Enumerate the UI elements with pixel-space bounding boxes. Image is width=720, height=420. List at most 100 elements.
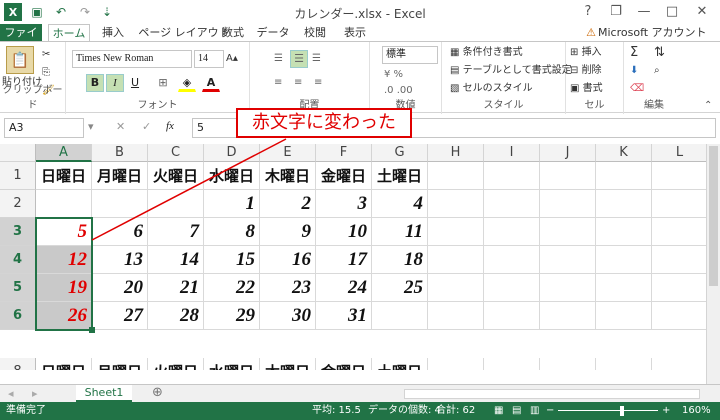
- cell-i5[interactable]: [484, 274, 540, 302]
- paste-icon[interactable]: 📋: [6, 46, 34, 74]
- cell-a8[interactable]: 日曜日: [36, 358, 92, 370]
- fill-icon[interactable]: ⬇: [630, 62, 638, 80]
- cell-a2[interactable]: [36, 190, 92, 218]
- row-header-3[interactable]: 3: [0, 218, 36, 246]
- column-header-c[interactable]: C: [148, 144, 204, 162]
- bold-button[interactable]: B: [86, 74, 104, 92]
- cell-k5[interactable]: [596, 274, 652, 302]
- cell-j4[interactable]: [540, 246, 596, 274]
- vertical-scrollbar[interactable]: [706, 144, 720, 384]
- column-header-l[interactable]: L: [652, 144, 706, 162]
- cell-b2[interactable]: [92, 190, 148, 218]
- cell-e5[interactable]: 23: [260, 274, 316, 302]
- font-color-button[interactable]: A: [202, 74, 220, 92]
- fill-color-icon[interactable]: ◈: [178, 74, 196, 92]
- cell-k4[interactable]: [596, 246, 652, 274]
- row-header-6[interactable]: 6: [0, 302, 36, 330]
- cell-f6[interactable]: 31: [316, 302, 372, 330]
- cell-d5[interactable]: 22: [204, 274, 260, 302]
- cell-a3[interactable]: 5: [36, 218, 92, 246]
- cell-g3[interactable]: 11: [372, 218, 428, 246]
- cell-d6[interactable]: 29: [204, 302, 260, 330]
- insert-cells-button[interactable]: ⊞ 挿入: [570, 44, 602, 62]
- cell-h5[interactable]: [428, 274, 484, 302]
- close-button[interactable]: ✕: [688, 2, 716, 22]
- find-icon[interactable]: ⌕: [654, 62, 660, 80]
- cell-j5[interactable]: [540, 274, 596, 302]
- cell-f1[interactable]: 金曜日: [316, 162, 372, 190]
- cell-c6[interactable]: 28: [148, 302, 204, 330]
- bottom-align-icon[interactable]: ☰: [312, 50, 321, 68]
- cell-b5[interactable]: 20: [92, 274, 148, 302]
- account-link[interactable]: Microsoft アカウント: [598, 24, 714, 42]
- zoom-out-icon[interactable]: −: [546, 402, 554, 420]
- help-button[interactable]: ?: [574, 2, 602, 22]
- next-sheet-icon[interactable]: ▸: [32, 387, 38, 400]
- minimize-button[interactable]: —: [630, 2, 658, 22]
- cancel-icon[interactable]: ✕: [116, 120, 125, 133]
- fill-handle[interactable]: [89, 327, 95, 333]
- cell-i4[interactable]: [484, 246, 540, 274]
- column-header-b[interactable]: B: [92, 144, 148, 162]
- column-header-f[interactable]: F: [316, 144, 372, 162]
- tab-formulas[interactable]: 数式: [216, 24, 250, 42]
- cell-j6[interactable]: [540, 302, 596, 330]
- cell-b3[interactable]: 6: [92, 218, 148, 246]
- cell-i3[interactable]: [484, 218, 540, 246]
- cell-d2[interactable]: 1: [204, 190, 260, 218]
- cell-c2[interactable]: [148, 190, 204, 218]
- copy-icon[interactable]: ⎘: [42, 64, 50, 82]
- cell-f8[interactable]: 金曜日: [316, 358, 372, 370]
- table-format-button[interactable]: ▤ テーブルとして書式設定: [450, 62, 572, 80]
- cell-l6[interactable]: [652, 302, 706, 330]
- cell-b1[interactable]: 月曜日: [92, 162, 148, 190]
- cell-h4[interactable]: [428, 246, 484, 274]
- left-align-icon[interactable]: ≡: [274, 74, 282, 92]
- font-size-select[interactable]: 14: [194, 50, 224, 68]
- column-header-d[interactable]: D: [204, 144, 260, 162]
- cell-d3[interactable]: 8: [204, 218, 260, 246]
- cell-l3[interactable]: [652, 218, 706, 246]
- cell-a5[interactable]: 19: [36, 274, 92, 302]
- column-header-j[interactable]: J: [540, 144, 596, 162]
- tab-view[interactable]: 表示: [338, 24, 372, 42]
- collapse-ribbon-icon[interactable]: ⌃: [704, 100, 712, 111]
- column-header-e[interactable]: E: [260, 144, 316, 162]
- cell-k2[interactable]: [596, 190, 652, 218]
- cell-c1[interactable]: 火曜日: [148, 162, 204, 190]
- font-name-select[interactable]: Times New Roman: [72, 50, 192, 68]
- tab-data[interactable]: データ: [256, 24, 290, 42]
- cell-h1[interactable]: [428, 162, 484, 190]
- cell-g2[interactable]: 4: [372, 190, 428, 218]
- cell-l4[interactable]: [652, 246, 706, 274]
- border-icon[interactable]: ⊞: [154, 74, 172, 92]
- zoom-slider[interactable]: [558, 410, 658, 411]
- cell-c8[interactable]: 火曜日: [148, 358, 204, 370]
- cell-g8[interactable]: 土曜日: [372, 358, 428, 370]
- cell-g1[interactable]: 土曜日: [372, 162, 428, 190]
- cell-l1[interactable]: [652, 162, 706, 190]
- cell-g4[interactable]: 18: [372, 246, 428, 274]
- row-header-4[interactable]: 4: [0, 246, 36, 274]
- cell-i2[interactable]: [484, 190, 540, 218]
- cell-j8[interactable]: [540, 358, 596, 370]
- name-box-dropdown-icon[interactable]: ▾: [88, 120, 94, 133]
- tab-home[interactable]: ホーム: [48, 24, 90, 42]
- cell-e4[interactable]: 16: [260, 246, 316, 274]
- grow-font-icon[interactable]: A▴: [226, 50, 238, 68]
- tab-insert[interactable]: 挿入: [96, 24, 130, 42]
- insert-function-button[interactable]: fx: [166, 120, 174, 132]
- column-header-k[interactable]: K: [596, 144, 652, 162]
- cell-d8[interactable]: 水曜日: [204, 358, 260, 370]
- delete-cells-button[interactable]: ⊟ 削除: [570, 62, 602, 80]
- cell-k6[interactable]: [596, 302, 652, 330]
- middle-align-icon[interactable]: ☰: [290, 50, 308, 68]
- cell-c5[interactable]: 21: [148, 274, 204, 302]
- select-all-corner[interactable]: [0, 144, 36, 162]
- sheet-tab-sheet1[interactable]: Sheet1: [76, 385, 132, 402]
- cell-h3[interactable]: [428, 218, 484, 246]
- enter-icon[interactable]: ✓: [142, 120, 151, 133]
- cell-e6[interactable]: 30: [260, 302, 316, 330]
- cell-b4[interactable]: 13: [92, 246, 148, 274]
- cell-a4[interactable]: 12: [36, 246, 92, 274]
